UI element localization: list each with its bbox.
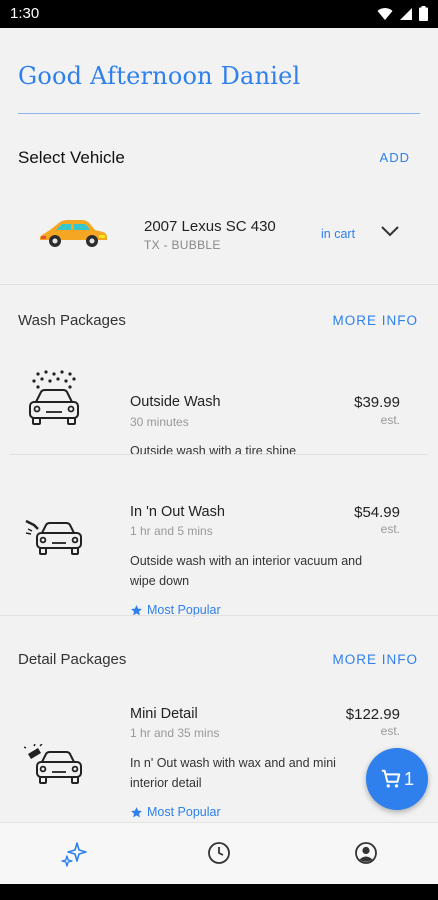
package-est: est. [380,724,400,738]
section-divider [0,615,438,616]
wifi-icon [377,7,393,20]
cart-count: 1 [403,768,414,789]
package-duration: 30 minutes [130,415,189,429]
signal-icon [400,7,412,20]
app-screen: 1:30 Good Afternoon Daniel Select Vehicl… [0,0,438,900]
car-detail-icon [24,744,82,784]
badge-label: Most Popular [147,805,221,819]
package-est: est. [380,522,400,536]
chevron-down-icon[interactable] [380,224,400,238]
status-bar: 1:30 [0,0,438,28]
vehicle-plate: TX - BUBBLE [144,238,221,252]
select-vehicle-title: Select Vehicle [18,148,125,167]
greeting-title: Good Afternoon Daniel [18,62,301,90]
cart-button[interactable]: 1 [366,748,428,810]
package-price: $54.99 [354,504,400,521]
greeting-divider [18,113,420,114]
package-description: Outside wash with an interior vacuum and… [130,554,363,588]
package-duration: 1 hr and 5 mins [130,524,213,538]
package-price: $122.99 [345,706,400,723]
package-duration: 1 hr and 35 mins [130,726,220,740]
package-description: In n' Out wash with wax and and mini int… [130,756,336,790]
add-vehicle-button[interactable]: ADD [380,150,410,165]
vehicle-name: 2007 Lexus SC 430 [144,218,276,235]
most-popular-badge: Most Popular [130,805,221,819]
package-est: est. [380,413,400,427]
detail-packages-title: Detail Packages [18,651,127,668]
section-divider [0,284,438,285]
star-icon [131,806,142,817]
sparkle-icon[interactable] [59,839,89,869]
package-name: Outside Wash [130,394,221,410]
cart-icon [381,769,401,788]
package-price: $39.99 [354,394,400,411]
account-icon[interactable] [354,841,378,865]
status-icons [377,6,428,21]
status-time: 1:30 [10,5,40,22]
car-vacuum-icon [25,519,82,555]
vehicle-cart-status: in cart [321,227,356,241]
detail-more-info-button[interactable]: MORE INFO [333,652,419,667]
car-icon [40,220,107,247]
bottom-nav [0,822,438,884]
wash-more-info-button[interactable]: MORE INFO [333,313,419,328]
wash-packages-title: Wash Packages [18,312,126,329]
package-name: In 'n Out Wash [130,504,225,520]
package-outside-wash[interactable]: Outside Wash 30 minutes $39.99 est. Outs… [0,358,438,458]
package-name: Mini Detail [130,706,198,722]
history-icon[interactable] [207,841,231,865]
battery-icon [419,6,428,21]
package-in-n-out-wash[interactable]: In 'n Out Wash 1 hr and 5 mins $54.99 es… [0,455,438,625]
main-content: Good Afternoon Daniel Select Vehicle ADD… [0,28,438,822]
car-rain-icon [29,370,79,425]
vehicle-row[interactable]: 2007 Lexus SC 430 TX - BUBBLE in cart [0,198,438,270]
system-nav-bar [0,884,438,900]
